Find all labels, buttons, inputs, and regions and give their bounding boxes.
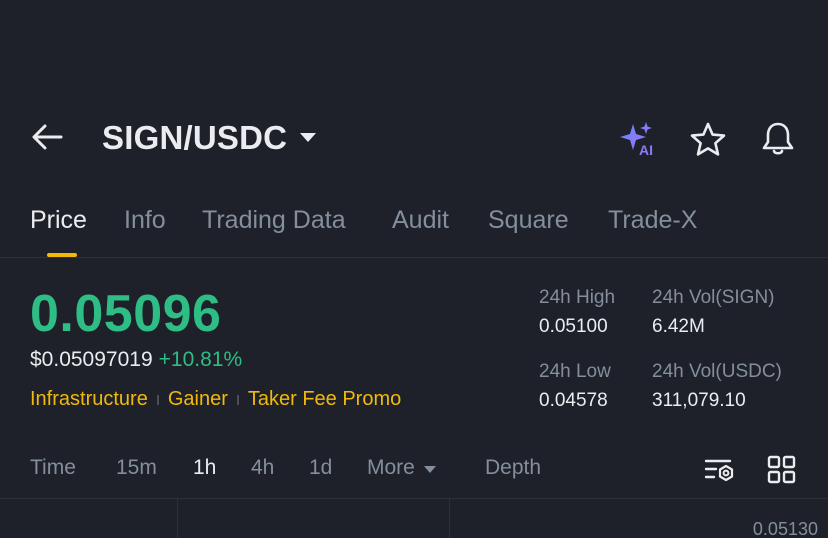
tag-infrastructure[interactable]: Infrastructure [30,388,148,411]
interval-4h[interactable]: 4h [251,456,274,480]
interval-1h[interactable]: 1h [193,456,216,480]
interval-time[interactable]: Time [30,456,76,480]
tab-square[interactable]: Square [488,206,569,235]
chart-gridline [177,499,178,538]
tag-gainer[interactable]: Gainer [168,388,228,411]
interval-15m[interactable]: 15m [116,456,157,480]
grid-icon [767,455,797,489]
price-alert-button[interactable] [759,120,797,158]
high-24h-label: 24h High [539,287,616,308]
low-24h-label: 24h Low [539,361,611,382]
detail-tabs: Price Info Trading Data Audit Square Tra… [0,200,828,258]
market-detail-screen: SIGN/USDC AI Price Info Trading Data Aud… [0,0,828,538]
pair-title: SIGN/USDC [102,119,288,156]
bell-icon [759,122,797,162]
tab-trade-x[interactable]: Trade-X [608,206,697,235]
tab-price[interactable]: Price [30,206,87,235]
tab-audit[interactable]: Audit [392,206,449,235]
chart-settings-icon [704,459,736,489]
interval-1d[interactable]: 1d [309,456,332,480]
svg-text:AI: AI [639,142,653,158]
price-chart[interactable]: 0.05130 [0,498,828,538]
vol-base-24h-label: 24h Vol(SIGN) [652,287,775,308]
caret-down-icon [299,132,317,144]
last-price: 0.05096 [30,285,222,343]
caret-down-icon [423,456,437,480]
star-icon [689,122,727,163]
back-button[interactable] [30,122,70,156]
vol-quote-24h-value: 311,079.10 [652,390,746,411]
tag-list: Infrastructure Gainer Taker Fee Promo [30,388,401,411]
back-arrow-icon [30,123,64,156]
price-change-percent: +10.81% [158,348,243,371]
usd-price-row: $0.05097019 +10.81% [30,348,242,372]
low-24h-value: 0.04578 [539,390,608,411]
ai-sparkle-icon: AI [618,122,658,162]
chart-settings-button[interactable] [704,455,736,485]
usd-price: $0.05097019 [30,348,153,371]
interval-more-dropdown[interactable]: More [367,456,437,480]
price-axis-label: 0.05130 [752,519,818,538]
tab-trading-data[interactable]: Trading Data [202,206,346,235]
ai-assistant-button[interactable]: AI [618,120,658,158]
layout-grid-button[interactable] [767,455,797,485]
tag-divider [156,394,159,405]
chart-gridline [449,499,450,538]
high-24h-value: 0.05100 [539,316,608,337]
vol-base-24h-value: 6.42M [652,316,705,337]
top-bar: SIGN/USDC AI [0,114,828,164]
depth-tab[interactable]: Depth [485,456,541,480]
tag-taker-fee-promo[interactable]: Taker Fee Promo [248,388,401,411]
vol-quote-24h-label: 24h Vol(USDC) [652,361,782,382]
favorite-button[interactable] [689,121,727,159]
tag-divider [236,394,239,405]
tab-info[interactable]: Info [124,206,166,235]
pair-selector[interactable]: SIGN/USDC [102,119,317,157]
active-tab-indicator [47,253,77,257]
interval-more-label: More [367,456,415,479]
